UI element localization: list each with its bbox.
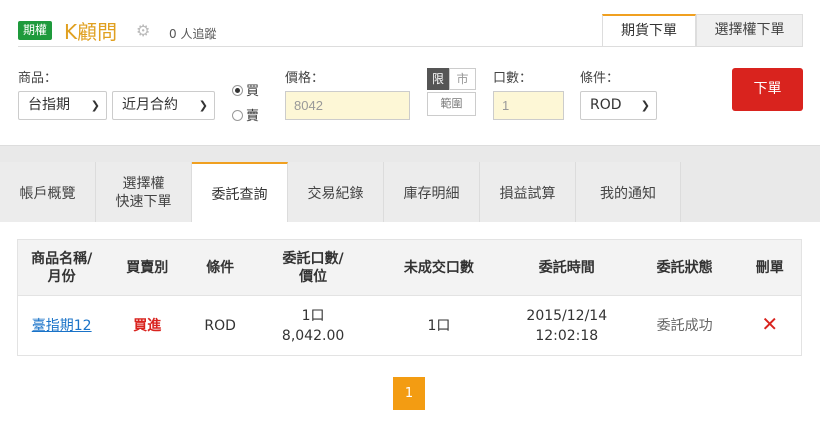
divider [18, 46, 803, 47]
market-toggle[interactable]: 市 [449, 68, 476, 90]
col-qty-price: 委託口數/ 價位 [251, 239, 376, 296]
delete-order-icon[interactable]: ✕ [761, 312, 778, 336]
pagination-page-1[interactable]: 1 [393, 377, 425, 410]
side-sell-radio[interactable]: 賣 [232, 105, 259, 124]
tab-trade-history[interactable]: 交易紀錄 [288, 162, 384, 224]
price-label: 價格： [285, 71, 325, 86]
col-unfilled: 未成交口數 [375, 239, 503, 296]
contract-select-value: 近月合約 [122, 97, 178, 113]
product-select-value: 台指期 [28, 97, 70, 113]
col-status: 委託狀態 [630, 239, 739, 296]
order-query-panel: 商品名稱/ 月份 買賣別 條件 委託口數/ 價位 未成交口數 委託時間 委託狀態… [0, 222, 820, 430]
contract-select[interactable]: 近月合約 ❯ [112, 91, 215, 120]
advisor-name[interactable]: K顧問 [64, 16, 117, 45]
radio-selected-icon [232, 85, 243, 96]
col-condition: 條件 [189, 239, 252, 296]
col-product: 商品名稱/ 月份 [17, 239, 106, 296]
order-panel: 期權 K顧問 ⚙ 0 人追蹤 期貨下單 選擇權下單 商品： 台指期 ❯ 近月合約… [0, 0, 820, 146]
orders-table: 商品名稱/ 月份 買賣別 條件 委託口數/ 價位 未成交口數 委託時間 委託狀態… [17, 239, 802, 356]
side-buy-label: 買 [246, 84, 260, 99]
chevron-down-icon: ❯ [90, 99, 100, 112]
condition-select-value: ROD [590, 97, 622, 113]
tab-notifications[interactable]: 我的通知 [576, 162, 681, 224]
table-header-row: 商品名稱/ 月份 買賣別 條件 委託口數/ 價位 未成交口數 委託時間 委託狀態… [17, 239, 802, 296]
side-sell-label: 賣 [246, 109, 260, 124]
price-value: 8,042.00 [281, 327, 345, 344]
tab-order-query[interactable]: 委託查詢 [192, 162, 288, 224]
product-label: 商品： [18, 71, 58, 86]
follower-count: 0 人追蹤 [169, 27, 217, 41]
order-date: 2015/12/14 [526, 307, 608, 324]
quantity-label: 口數： [493, 71, 533, 86]
place-order-button[interactable]: 下單 [732, 68, 803, 111]
tab-account-overview[interactable]: 帳戶概覽 [0, 162, 96, 224]
tab-pnl-calc[interactable]: 損益試算 [480, 162, 576, 224]
col-order-time: 委託時間 [502, 239, 631, 296]
chevron-down-icon: ❯ [198, 99, 208, 112]
status-value: 委託成功 [656, 317, 713, 334]
gear-icon[interactable]: ⚙ [136, 23, 152, 39]
condition-value: ROD [204, 317, 236, 334]
quantity-input[interactable]: 1 [493, 91, 564, 120]
product-link[interactable]: 臺指期12 [32, 318, 92, 334]
product-select[interactable]: 台指期 ❯ [18, 91, 107, 120]
tab-options-order[interactable]: 選擇權下單 [696, 14, 803, 47]
order-time: 12:02:18 [535, 327, 599, 344]
col-delete: 刪單 [738, 239, 802, 296]
account-tabs: 帳戶概覽 選擇權 快速下單 委託查詢 交易紀錄 庫存明細 損益試算 我的通知 [0, 162, 820, 224]
qty-value: 1口 [301, 307, 325, 324]
price-input[interactable]: 8042 [285, 91, 410, 120]
range-button[interactable]: 範圍 [427, 92, 476, 116]
table-row: 臺指期12 買進 ROD 1口 8,042.00 1口 2015/12/14 1… [17, 295, 802, 356]
unfilled-value: 1口 [427, 317, 451, 334]
tab-options-quick-order[interactable]: 選擇權 快速下單 [96, 162, 192, 224]
chevron-down-icon: ❯ [640, 99, 650, 112]
limit-toggle[interactable]: 限 [427, 68, 449, 90]
tab-futures-order[interactable]: 期貨下單 [602, 14, 696, 47]
options-badge: 期權 [18, 21, 52, 40]
condition-select[interactable]: ROD ❯ [580, 91, 657, 120]
condition-label: 條件： [580, 71, 620, 86]
tab-inventory[interactable]: 庫存明細 [384, 162, 480, 224]
side-value: 買進 [133, 317, 162, 334]
col-side: 買賣別 [105, 239, 190, 296]
radio-unselected-icon [232, 110, 243, 121]
side-buy-radio[interactable]: 買 [232, 80, 259, 99]
